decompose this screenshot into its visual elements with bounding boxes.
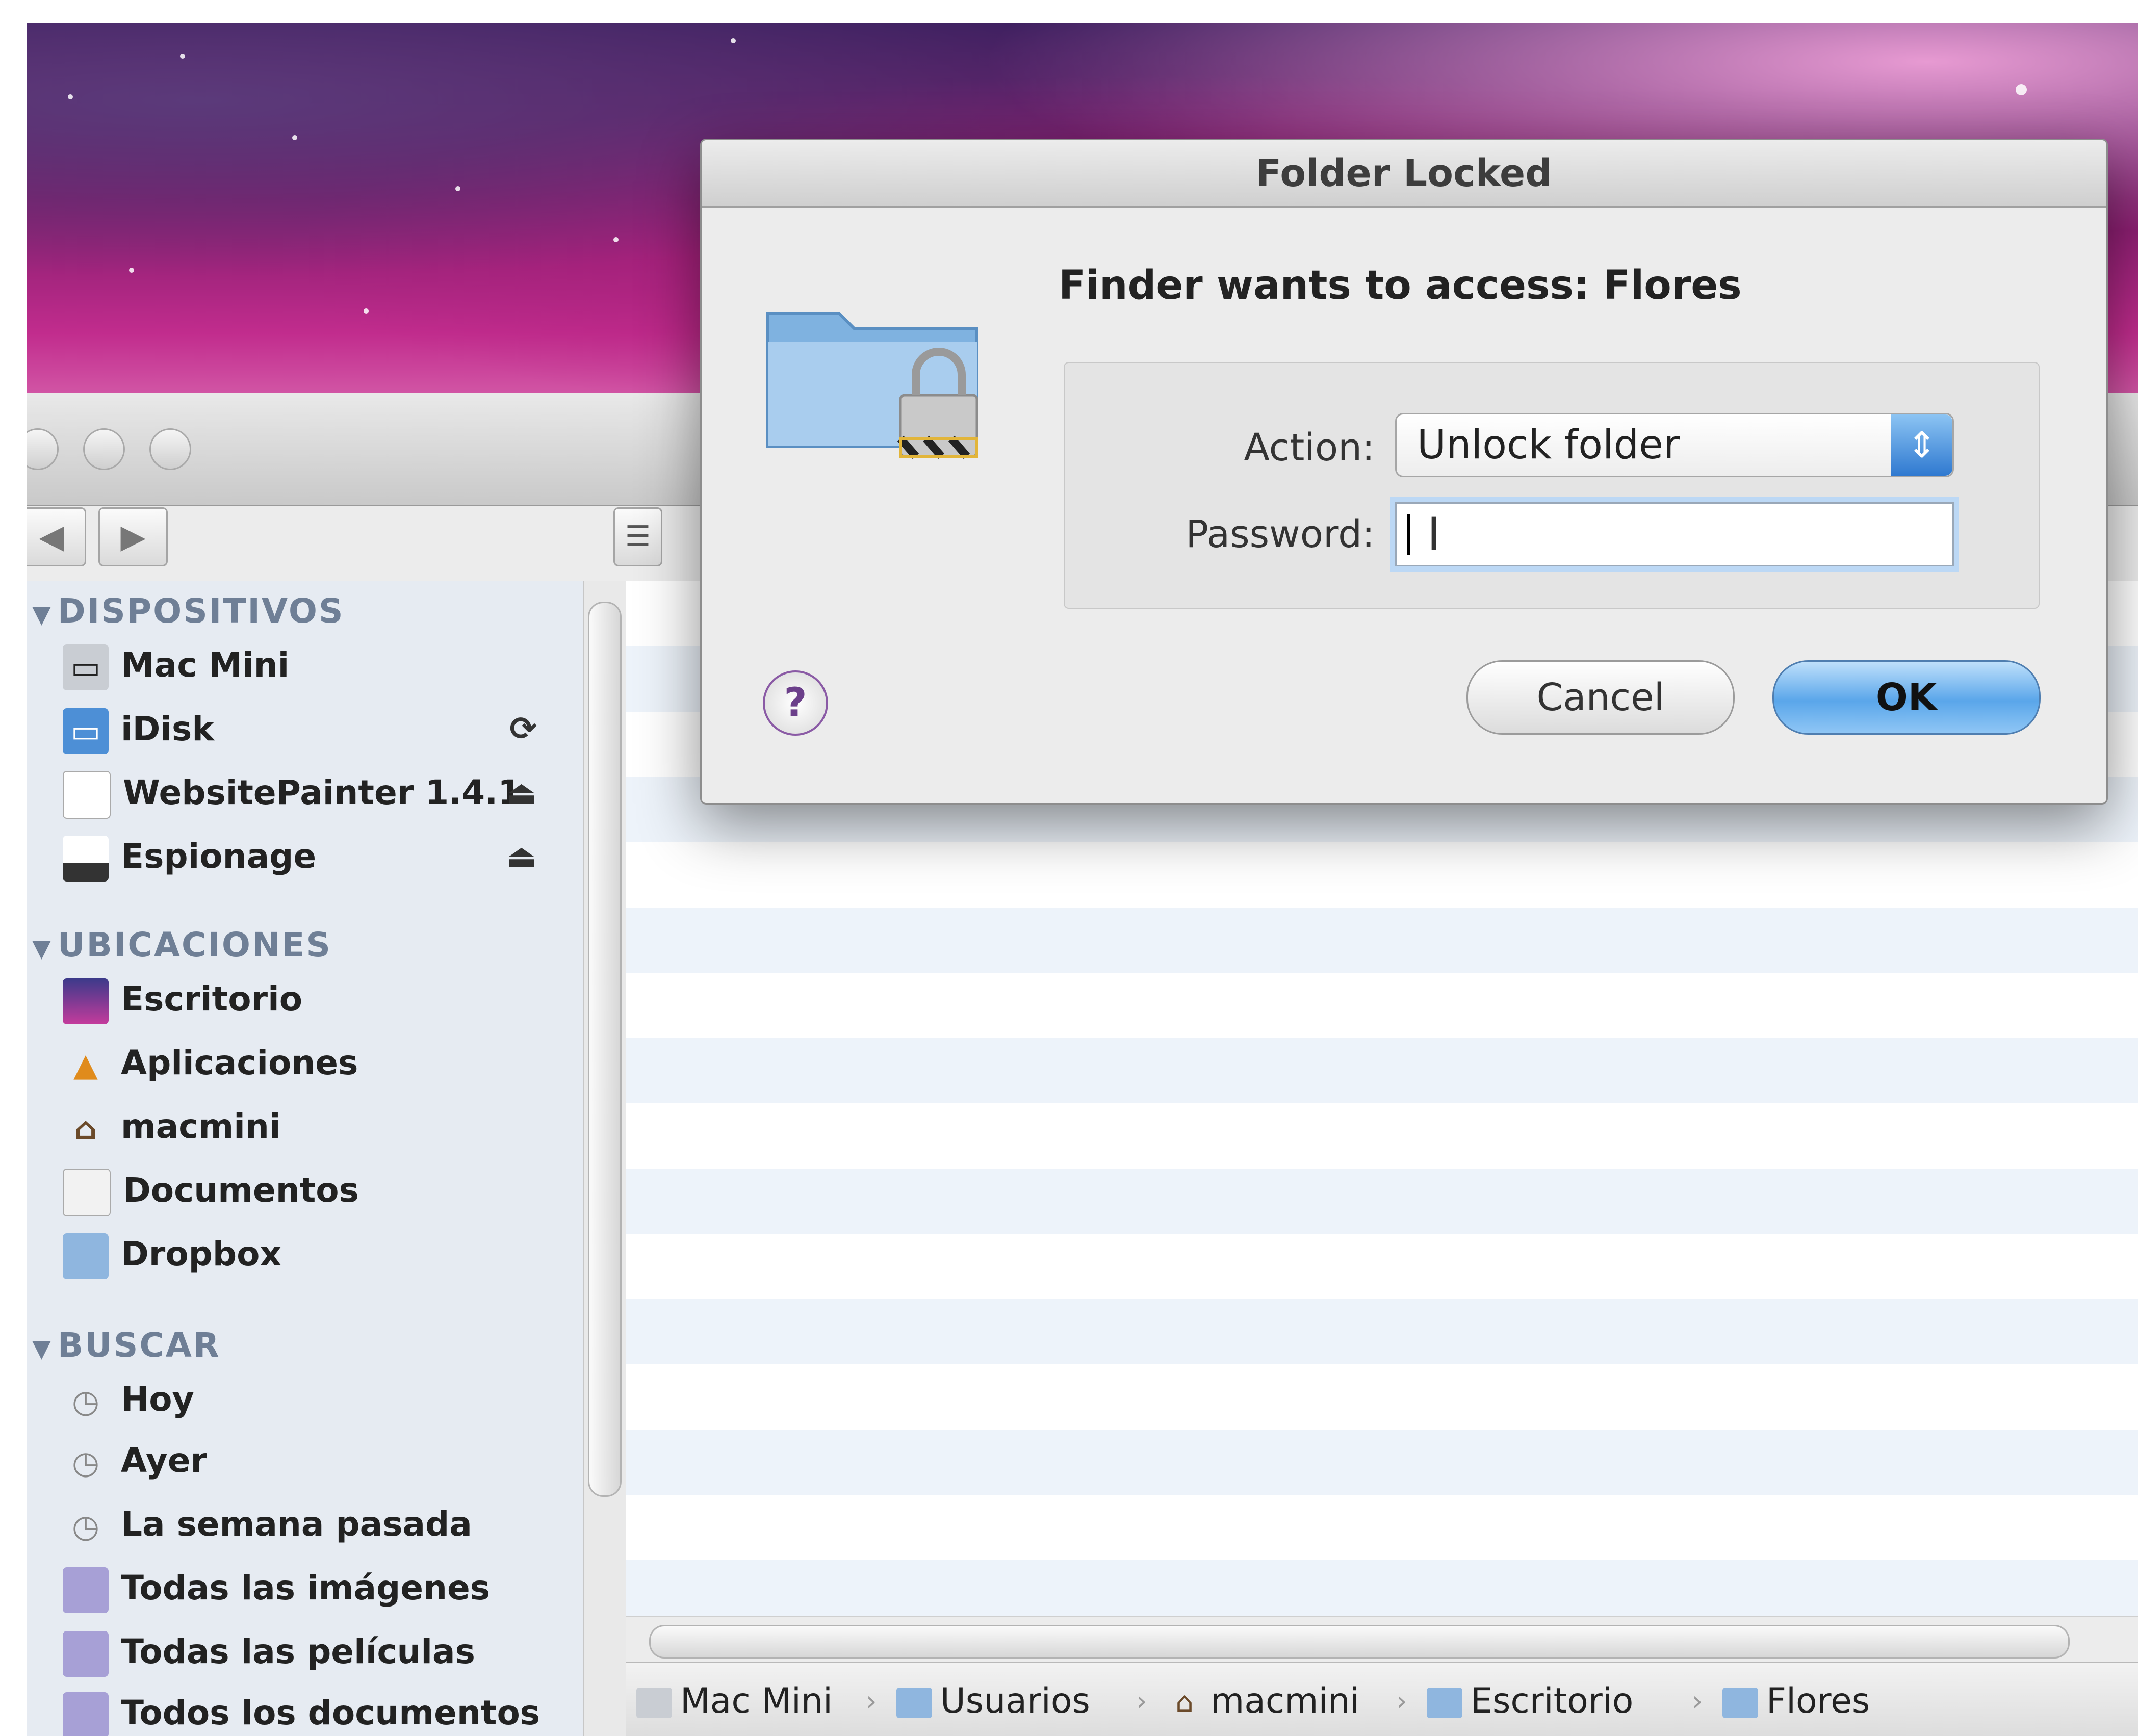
password-field[interactable]: I (1395, 502, 1954, 566)
clock-icon: ◷ (71, 1443, 100, 1481)
sidebar-item-todos-documentos[interactable]: Todos los documentos (63, 1685, 557, 1736)
idisk-icon: ▭ (63, 708, 109, 754)
documents-icon (63, 1168, 111, 1216)
sidebar-item-documentos[interactable]: Documentos (63, 1162, 557, 1219)
forward-arrow-icon: ▶ (120, 518, 146, 556)
path-separator-icon: › (1396, 1685, 1407, 1717)
eject-icon[interactable]: ⏏ (506, 765, 537, 821)
list-view-icon: ☰ (625, 520, 651, 553)
sidebar-item-macmini[interactable]: ⌂ macmini (63, 1099, 557, 1155)
sidebar-item-todas-imagenes[interactable]: Todas las imágenes (63, 1560, 557, 1616)
sidebar-section-ubicaciones[interactable]: ▼ UBICACIONES (32, 925, 332, 965)
path-separator-icon: › (866, 1685, 877, 1717)
text-caret (1407, 514, 1410, 555)
clock-icon: ◷ (71, 1507, 100, 1545)
sidebar-item-dropbox[interactable]: Dropbox (63, 1226, 557, 1282)
sidebar-item-espionage[interactable]: Espionage ⏏ (63, 828, 557, 885)
zoom-window-button[interactable] (149, 428, 191, 470)
close-window-button[interactable] (27, 428, 59, 470)
path-item-mac-mini[interactable]: Mac Mini (636, 1678, 833, 1724)
screen: ◀ ▶ ☰ ▼ DISPOSITIVOS ▭ Mac Mini ▭ iDisk ⟳ We… (27, 23, 2138, 1736)
forward-button[interactable]: ▶ (98, 507, 168, 566)
sidebar-item-websitepainter[interactable]: WebsitePainter 1.4.1 ⏏ (63, 765, 557, 821)
sidebar-scrollbar[interactable] (583, 581, 627, 1736)
action-select-value: Unlock folder (1417, 422, 1680, 468)
star (180, 54, 185, 59)
path-bar: Mac Mini › Usuarios › ⌂ macmini › Escrito… (626, 1662, 2138, 1736)
back-arrow-icon: ◀ (39, 518, 64, 556)
sidebar-item-escritorio[interactable]: Escritorio (63, 971, 557, 1027)
back-button[interactable]: ◀ (27, 507, 86, 566)
home-icon: ⌂ (74, 1109, 97, 1147)
sidebar-item-mac-mini[interactable]: ▭ Mac Mini (63, 637, 557, 693)
sidebar-item-semana-pasada[interactable]: ◷ La semana pasada (63, 1496, 557, 1552)
path-item-macmini[interactable]: ⌂ macmini (1167, 1678, 1359, 1724)
disk-image-icon (63, 770, 111, 819)
disclosure-triangle-icon: ▼ (32, 600, 53, 629)
sync-icon[interactable]: ⟳ (509, 701, 537, 757)
star (2016, 84, 2027, 95)
folder-icon (1722, 1688, 1758, 1719)
star (129, 268, 134, 273)
view-mode-button[interactable]: ☰ (613, 507, 662, 566)
sidebar-item-hoy[interactable]: ◷ Hoy (63, 1371, 557, 1428)
folder-icon (1427, 1688, 1462, 1719)
path-separator-icon: › (1692, 1685, 1703, 1717)
dialog-form-box (1064, 362, 2040, 609)
computer-icon (636, 1688, 672, 1719)
clock-icon: ◷ (71, 1382, 100, 1420)
help-button[interactable]: ? (763, 670, 828, 736)
minimize-window-button[interactable] (83, 428, 125, 470)
folder-icon (63, 1233, 109, 1279)
smart-folder-icon (63, 1630, 109, 1677)
password-label: Password: (1186, 512, 1375, 556)
dialog-heading: Finder wants to access: Flores (1059, 263, 1742, 308)
eject-icon[interactable]: ⏏ (506, 828, 537, 885)
disclosure-triangle-icon: ▼ (32, 1334, 53, 1363)
path-item-escritorio[interactable]: Escritorio (1427, 1678, 1633, 1724)
horizontal-scrollbar-thumb[interactable] (649, 1625, 2070, 1659)
folder-icon (896, 1688, 932, 1719)
star (455, 186, 460, 191)
sidebar-section-buscar[interactable]: ▼ BUSCAR (32, 1326, 221, 1365)
smart-folder-icon (63, 1692, 109, 1736)
select-arrows-icon: ⇕ (1891, 414, 1952, 476)
sidebar-item-ayer[interactable]: ◷ Ayer (63, 1433, 557, 1489)
action-select[interactable]: Unlock folder ⇕ (1395, 413, 1954, 477)
ok-button[interactable]: OK (1772, 660, 2041, 735)
star (613, 237, 619, 242)
dialog-title: Folder Locked (702, 140, 2106, 208)
folder-locked-dialog: Folder Locked Finder wants to access: Fl… (700, 139, 2108, 805)
computer-icon: ▭ (63, 644, 109, 690)
smart-folder-icon (63, 1567, 109, 1613)
applications-icon: ▲ (73, 1046, 98, 1083)
action-label: Action: (1244, 426, 1375, 470)
star (364, 308, 369, 314)
star (68, 94, 73, 99)
desktop-icon (63, 978, 109, 1024)
sidebar-scrollbar-thumb[interactable] (588, 602, 622, 1497)
path-separator-icon: › (1136, 1685, 1147, 1717)
sidebar-item-aplicaciones[interactable]: ▲ Aplicaciones (63, 1035, 557, 1091)
finder-sidebar: ▼ DISPOSITIVOS ▭ Mac Mini ▭ iDisk ⟳ WebsiteP… (27, 581, 583, 1736)
locked-folder-icon (766, 312, 978, 459)
path-item-flores[interactable]: Flores (1722, 1678, 1870, 1724)
star (731, 38, 736, 43)
ibeam-cursor-icon: I (1427, 508, 1440, 560)
path-item-usuarios[interactable]: Usuarios (896, 1678, 1090, 1724)
disclosure-triangle-icon: ▼ (32, 934, 53, 963)
star (292, 135, 297, 140)
sidebar-item-idisk[interactable]: ▭ iDisk ⟳ (63, 701, 557, 757)
home-icon: ⌂ (1175, 1686, 1194, 1720)
cancel-button[interactable]: Cancel (1466, 660, 1735, 735)
horizontal-scrollbar[interactable] (626, 1616, 2138, 1663)
drive-icon (63, 835, 109, 882)
sidebar-item-todas-peliculas[interactable]: Todas las películas (63, 1624, 557, 1680)
sidebar-section-dispositivos[interactable]: ▼ DISPOSITIVOS (32, 591, 345, 631)
